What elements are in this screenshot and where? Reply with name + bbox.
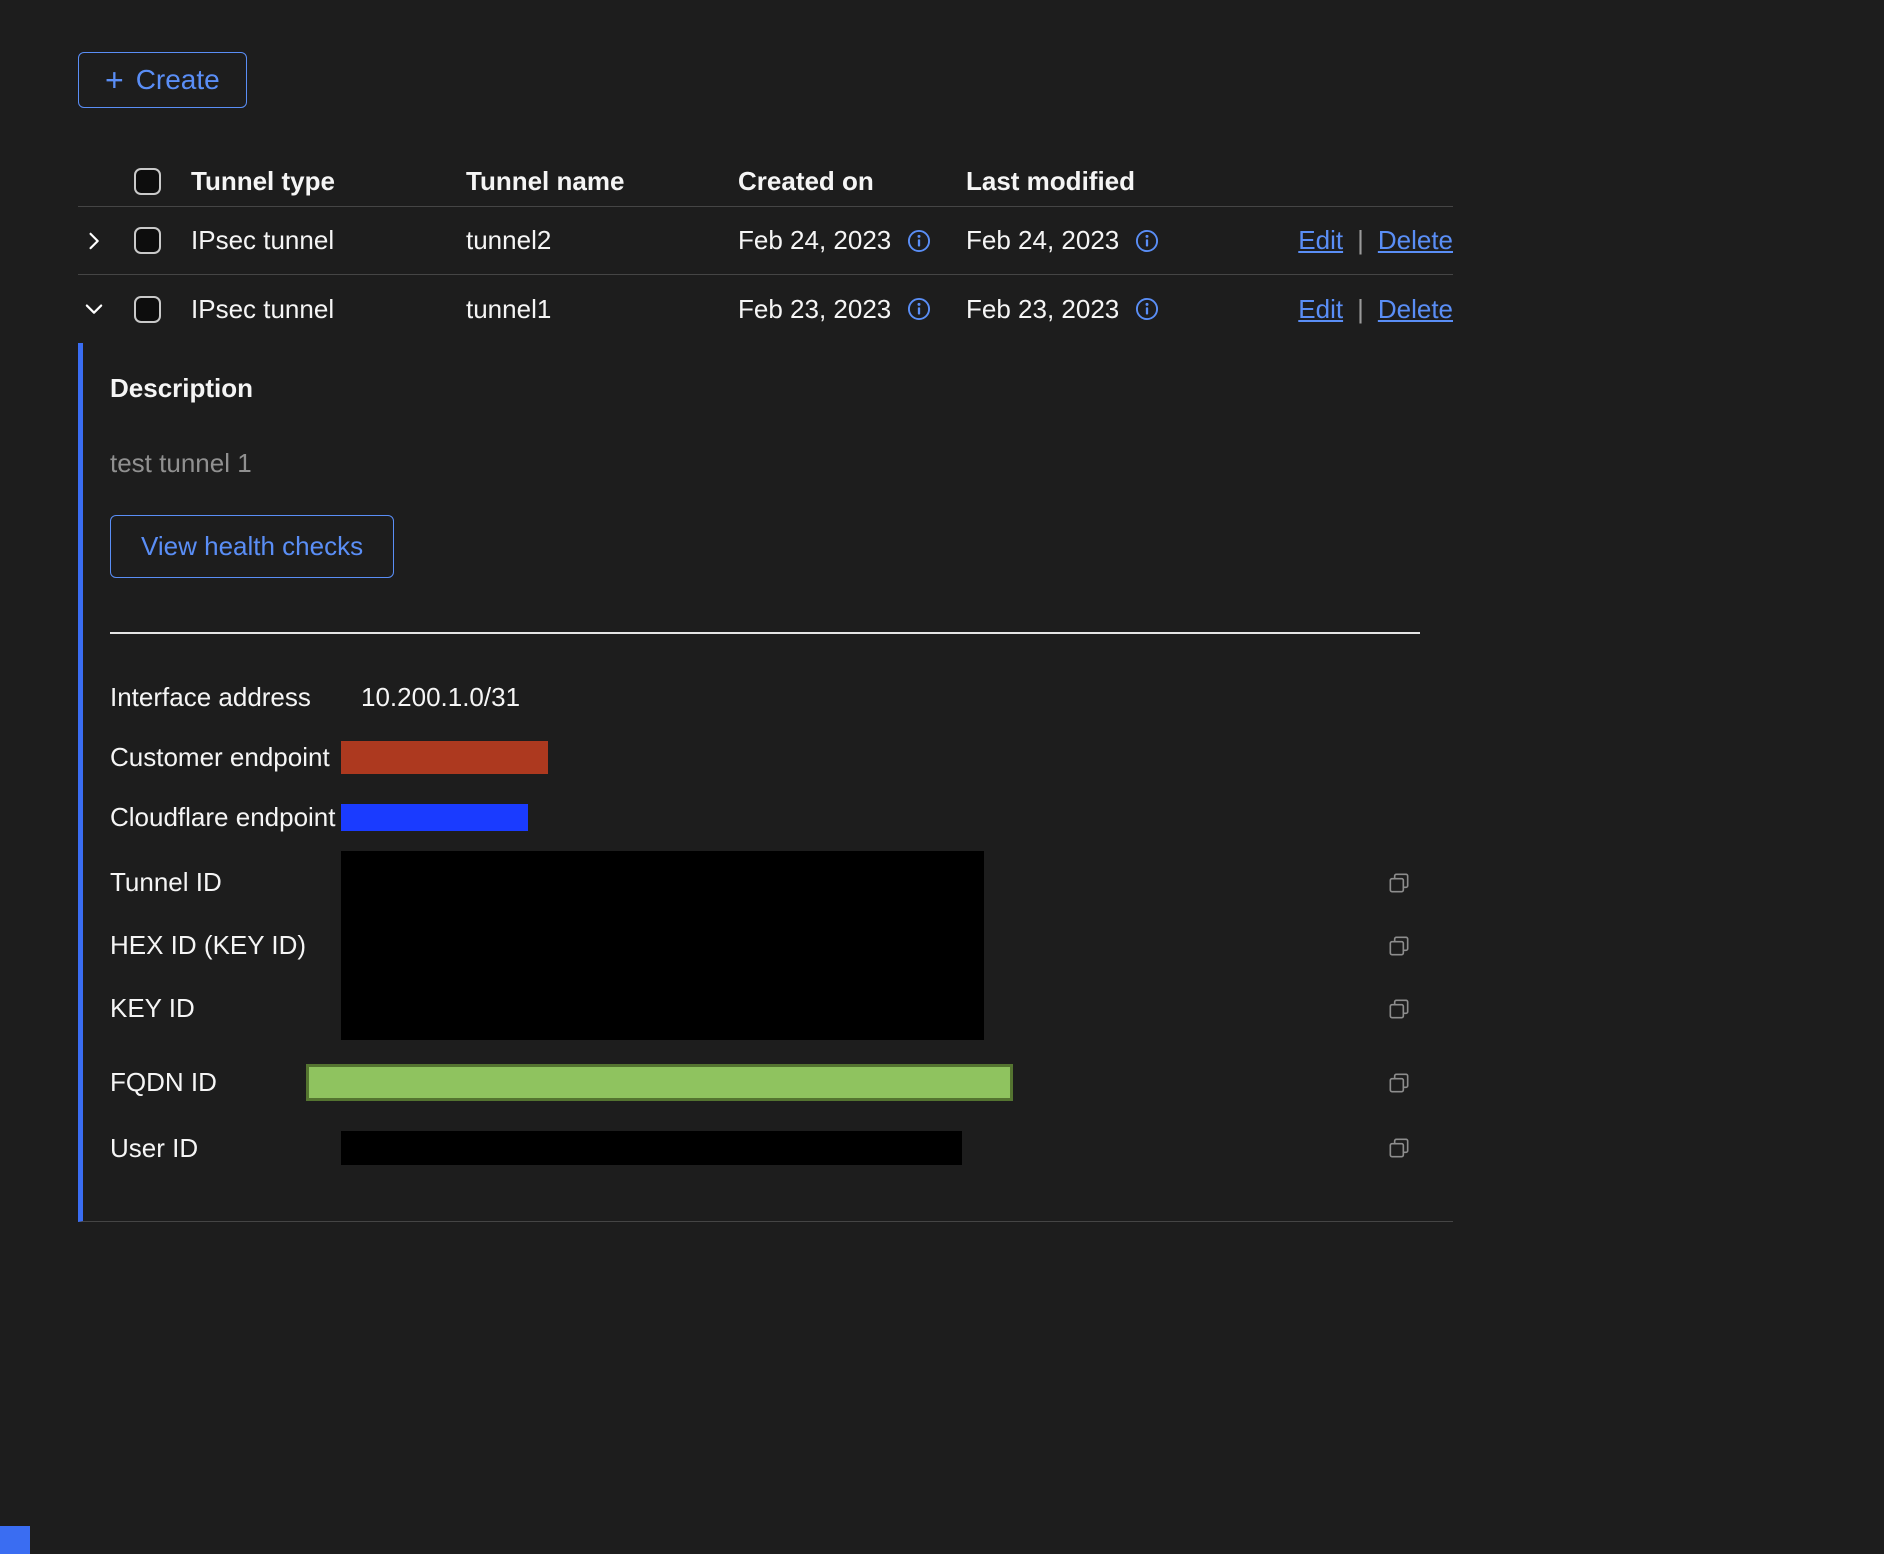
header-last-modified: Last modified (966, 166, 1453, 197)
actions-separator: | (1357, 294, 1364, 325)
chevron-right-icon (83, 230, 105, 252)
interface-address-row: Interface address 10.200.1.0/31 (110, 682, 1412, 713)
edit-link[interactable]: Edit (1298, 294, 1343, 325)
copy-user-id-button[interactable] (1386, 1135, 1412, 1161)
actions-separator: | (1357, 225, 1364, 256)
copy-key-id-button[interactable] (1386, 996, 1412, 1022)
copy-hex-id-button[interactable] (1386, 933, 1412, 959)
delete-link[interactable]: Delete (1378, 294, 1453, 325)
description-value: test tunnel 1 (110, 448, 1453, 479)
delete-link[interactable]: Delete (1378, 225, 1453, 256)
tunnel-type-cell: IPsec tunnel (191, 225, 466, 256)
copy-icon (1386, 933, 1412, 959)
row-checkbox[interactable] (134, 296, 161, 323)
customer-endpoint-label: Customer endpoint (110, 742, 341, 773)
fqdn-id-redacted-value (306, 1064, 1013, 1101)
chevron-down-icon (83, 298, 105, 320)
key-id-label: KEY ID (110, 993, 341, 1024)
copy-icon (1386, 870, 1412, 896)
tunnel-name-cell: tunnel2 (466, 225, 738, 256)
info-icon[interactable] (907, 229, 931, 253)
copy-icon (1386, 996, 1412, 1022)
cloudflare-endpoint-row: Cloudflare endpoint (110, 802, 1412, 833)
user-id-row: User ID (110, 1131, 1412, 1165)
user-id-label: User ID (110, 1133, 341, 1164)
key-id-row: KEY ID (110, 977, 1412, 1040)
table-row: IPsec tunnel tunnel1 Feb 23, 2023 Feb 23… (78, 275, 1453, 343)
header-tunnel-name: Tunnel name (466, 166, 738, 197)
description-label: Description (110, 373, 1453, 404)
create-button[interactable]: + Create (78, 52, 247, 108)
tunnel-id-label: Tunnel ID (110, 867, 341, 898)
copy-icon (1386, 1070, 1412, 1096)
fqdn-id-row: FQDN ID (110, 1064, 1412, 1101)
view-health-checks-button[interactable]: View health checks (110, 515, 394, 578)
create-button-label: Create (136, 64, 220, 96)
collapse-row-button[interactable] (78, 293, 110, 325)
info-icon[interactable] (1135, 229, 1159, 253)
customer-endpoint-redacted-value (341, 741, 548, 774)
table-header-row: Tunnel type Tunnel name Created on Last … (78, 157, 1453, 207)
select-all-checkbox[interactable] (134, 168, 161, 195)
hex-id-label: HEX ID (KEY ID) (110, 930, 341, 961)
tunnel-details-panel: Description test tunnel 1 View health ch… (78, 343, 1453, 1222)
interface-address-value: 10.200.1.0/31 (341, 682, 520, 713)
header-created-on: Created on (738, 166, 966, 197)
header-tunnel-type: Tunnel type (191, 166, 466, 197)
last-modified-value: Feb 24, 2023 (966, 225, 1119, 256)
tunnels-page: + Create Tunnel type Tunnel name Created… (0, 0, 1453, 1222)
copy-fqdn-id-button[interactable] (1386, 1070, 1412, 1096)
tunnel-detail-fields: Interface address 10.200.1.0/31 Customer… (110, 682, 1453, 1165)
edit-link[interactable]: Edit (1298, 225, 1343, 256)
cloudflare-endpoint-redacted-value (341, 804, 528, 831)
tunnel-ids-group: Tunnel ID HEX ID (KEY ID) KEY ID (110, 851, 1412, 1040)
copy-tunnel-id-button[interactable] (1386, 870, 1412, 896)
corner-accent (0, 1526, 30, 1554)
tunnel-name-cell: tunnel1 (466, 294, 738, 325)
tunnel-id-row: Tunnel ID (110, 851, 1412, 914)
info-icon[interactable] (907, 297, 931, 321)
user-id-redacted-value (341, 1131, 962, 1165)
cloudflare-endpoint-label: Cloudflare endpoint (110, 802, 341, 833)
tunnel-type-cell: IPsec tunnel (191, 294, 466, 325)
created-on-value: Feb 23, 2023 (738, 294, 891, 325)
expand-row-button[interactable] (78, 225, 110, 257)
plus-icon: + (105, 64, 124, 96)
row-checkbox[interactable] (134, 227, 161, 254)
interface-address-label: Interface address (110, 682, 341, 713)
panel-divider (110, 632, 1420, 634)
info-icon[interactable] (1135, 297, 1159, 321)
hex-id-row: HEX ID (KEY ID) (110, 914, 1412, 977)
copy-icon (1386, 1135, 1412, 1161)
last-modified-value: Feb 23, 2023 (966, 294, 1119, 325)
customer-endpoint-row: Customer endpoint (110, 741, 1412, 774)
created-on-value: Feb 24, 2023 (738, 225, 891, 256)
tunnels-table: Tunnel type Tunnel name Created on Last … (78, 157, 1453, 1222)
table-row: IPsec tunnel tunnel2 Feb 24, 2023 Feb 24… (78, 207, 1453, 275)
